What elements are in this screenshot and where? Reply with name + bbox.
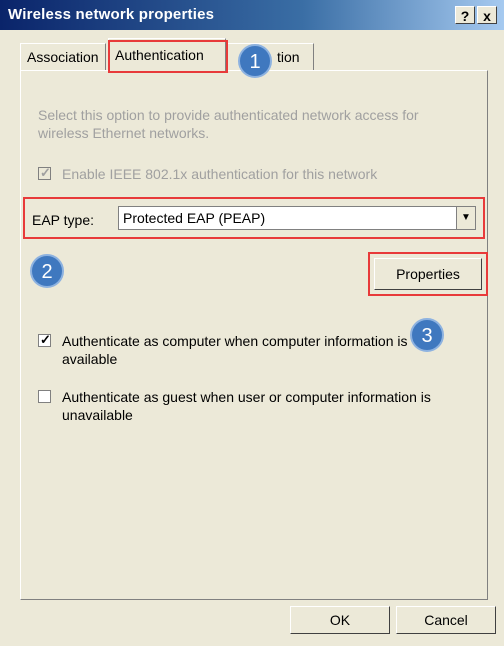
title-bar: Wireless network properties ? x (0, 0, 504, 30)
help-button[interactable]: ? (455, 6, 475, 24)
step-badge-3: 3 (410, 318, 444, 352)
step-badge-1: 1 (238, 44, 272, 78)
window-title: Wireless network properties (8, 6, 215, 23)
close-button[interactable]: x (477, 6, 497, 24)
tab-association[interactable]: Association (20, 43, 106, 71)
step-badge-2: 2 (30, 254, 64, 288)
ok-button[interactable]: OK (290, 606, 390, 634)
cancel-button[interactable]: Cancel (396, 606, 496, 634)
tab-authentication[interactable]: Authentication (108, 38, 226, 72)
